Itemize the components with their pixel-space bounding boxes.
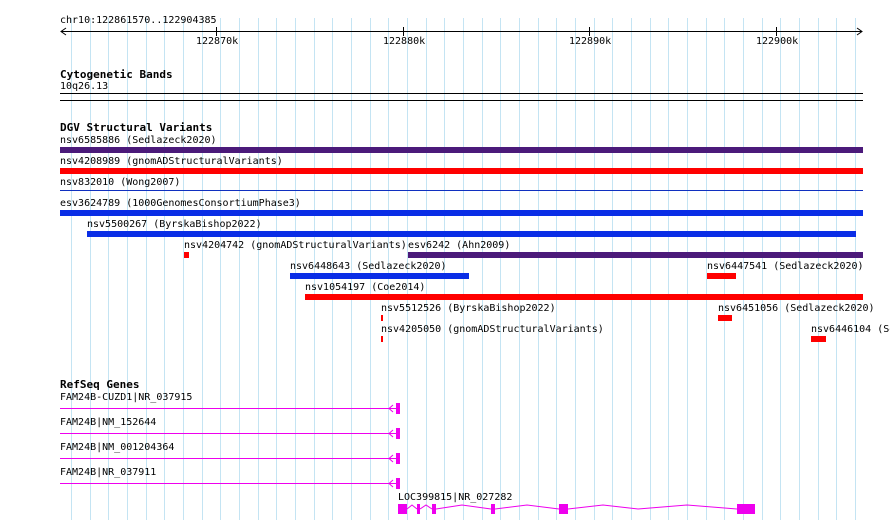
gene-model[interactable] bbox=[60, 453, 400, 464]
gene-models bbox=[60, 403, 755, 514]
gene-model[interactable] bbox=[60, 403, 400, 414]
gene-model[interactable] bbox=[60, 428, 400, 439]
gene-model[interactable] bbox=[60, 478, 400, 489]
gene-model[interactable] bbox=[398, 504, 755, 514]
